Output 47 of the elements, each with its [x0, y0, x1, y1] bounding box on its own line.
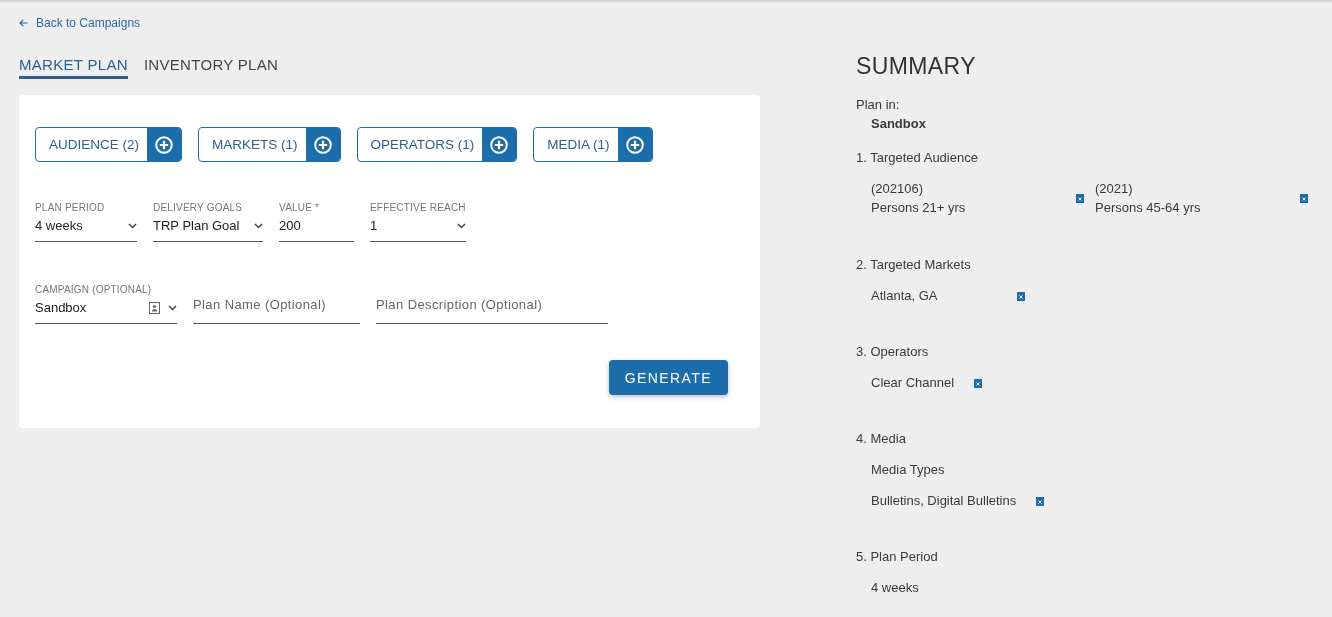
dropdown-field[interactable]: CAMPAIGN (OPTIONAL) Sandbox	[35, 284, 177, 324]
close-icon[interactable]	[1076, 193, 1084, 203]
summary-item: Bulletins, Digital Bulletins	[871, 493, 1017, 509]
section-heading: 1. Targeted Audience	[856, 150, 979, 166]
close-icon[interactable]	[1300, 193, 1308, 203]
summary-item: 4 weeks	[871, 580, 919, 596]
dropdown-field[interactable]: DELIVERY GOALS TRP Plan Goal	[153, 202, 263, 242]
selector-button[interactable]: OPERATORS (1)	[356, 127, 518, 162]
add-icon	[490, 135, 509, 154]
add-icon	[155, 135, 173, 154]
dropdown-field[interactable]: PLAN PERIOD 4 weeks	[35, 202, 137, 242]
selector-button[interactable]: MARKETS (1)	[198, 127, 341, 162]
dropdown-field[interactable]: EFFECTIVE REACH 1	[370, 202, 466, 242]
generate-button[interactable]: GENERATE	[608, 360, 728, 395]
section-subheading: Media Types	[871, 462, 946, 478]
chevron-down-icon	[168, 305, 177, 311]
close-icon[interactable]	[974, 378, 983, 388]
add-icon	[625, 135, 644, 154]
plan-in-label: Plan in:	[856, 97, 901, 113]
section-heading: 5. Plan Period	[856, 549, 939, 565]
section-heading: 4. Media	[856, 431, 907, 447]
selector-button[interactable]: AUDIENCE (2)	[35, 127, 182, 162]
section-heading: 3. Operators	[856, 344, 930, 360]
text-field[interactable]: VALUE * 200	[279, 202, 354, 242]
audience-name: Persons 45-64 yrs	[1095, 199, 1201, 217]
selector-button[interactable]: MEDIA (1)	[533, 127, 653, 162]
chevron-down-icon	[254, 223, 263, 229]
arrow-left-icon	[19, 19, 28, 27]
text-field[interactable]: Plan Description (Optional)	[376, 285, 608, 324]
person-square-icon[interactable]	[149, 302, 160, 314]
section-heading: 2. Targeted Markets	[856, 257, 972, 273]
plan-in-value: Sandbox	[871, 116, 927, 132]
close-icon[interactable]	[1017, 291, 1025, 301]
summary-title: SUMMARY	[856, 52, 977, 80]
add-icon	[313, 135, 332, 154]
audience-name: Persons 21+ yrs	[871, 199, 966, 217]
chevron-down-icon	[128, 223, 137, 229]
summary-item: Clear Channel	[871, 375, 955, 391]
tab[interactable]: MARKET PLAN	[19, 56, 128, 79]
text-field[interactable]: Plan Name (Optional)	[193, 285, 360, 324]
audience-code: (2021)	[1095, 180, 1134, 198]
tab[interactable]: INVENTORY PLAN	[143, 56, 279, 79]
audience-code: (202106)	[871, 180, 925, 198]
back-link[interactable]: Back to Campaigns	[19, 16, 141, 30]
chevron-down-icon	[457, 223, 466, 229]
summary-item: Atlanta, GA	[871, 288, 938, 304]
close-icon[interactable]	[1036, 496, 1045, 506]
